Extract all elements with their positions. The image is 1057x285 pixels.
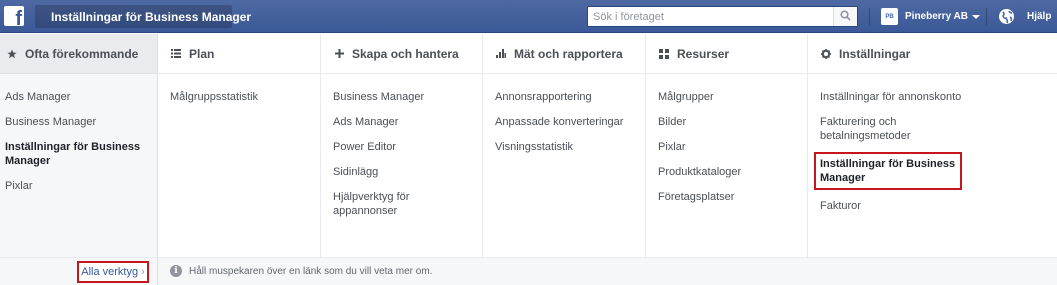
column-assets: Resurser Målgrupper Bilder Pixlar Produk…	[646, 34, 808, 257]
column-heading: Mät och rapportera	[483, 34, 645, 74]
menu-item-ads-manager[interactable]: Ads Manager	[321, 115, 482, 129]
menu-item-business-manager-settings[interactable]: Inställningar för Business Manager	[0, 140, 157, 168]
column-frequent: Ofta förekommande Ads Manager Business M…	[0, 34, 158, 257]
search-box	[587, 6, 858, 27]
topbar-divider	[986, 8, 987, 25]
menu-item-billing-payment-methods[interactable]: Fakturering och betalningsmetoder	[808, 115, 923, 143]
menu-item-ads-manager[interactable]: Ads Manager	[0, 90, 157, 104]
menu-item-power-editor[interactable]: Power Editor	[321, 140, 482, 154]
column-heading: Resurser	[646, 34, 807, 74]
hint-text: i Håll muspekaren över en länk som du vi…	[170, 265, 432, 277]
account-switcher[interactable]: PB Pineberry AB	[881, 8, 980, 25]
menu-item-ad-account-settings[interactable]: Inställningar för annonskonto	[808, 90, 1057, 104]
menu-item-app-ads-helper[interactable]: Hjälpverktyg för appannonser	[321, 190, 431, 218]
menu-item-ads-reporting[interactable]: Annonsrapportering	[483, 90, 645, 104]
column-heading: Ofta förekommande	[0, 34, 157, 74]
menu-item-page-posts[interactable]: Sidinlägg	[321, 165, 482, 179]
business-manager-title: Inställningar för Business Manager	[51, 9, 252, 24]
menu-item-audience-insights[interactable]: Målgruppsstatistik	[158, 90, 320, 104]
menu-item-business-locations[interactable]: Företagsplatser	[646, 190, 807, 204]
info-icon: i	[170, 265, 182, 277]
globe-icon[interactable]	[998, 8, 1015, 25]
menu-item-viewing-stats[interactable]: Visningsstatistik	[483, 140, 645, 154]
plus-icon	[333, 49, 345, 58]
search-input[interactable]	[588, 7, 833, 26]
menu-item-business-manager-settings[interactable]: Inställningar för Business Manager	[814, 152, 962, 190]
topbar-divider	[869, 8, 870, 25]
menu-item-business-manager[interactable]: Business Manager	[0, 115, 157, 129]
chevron-down-icon	[971, 14, 980, 19]
column-settings: Inställningar Inställningar för annonsko…	[808, 34, 1057, 257]
search-button[interactable]	[833, 7, 857, 26]
business-manager-menu-button[interactable]: Inställningar för Business Manager	[35, 5, 251, 28]
column-heading: Inställningar	[808, 34, 1057, 74]
menu-item-pixels[interactable]: Pixlar	[0, 179, 157, 193]
facebook-logo-icon[interactable]: f	[4, 6, 24, 26]
gear-icon	[820, 48, 832, 59]
footer-left-panel: Alla verktyg ›	[0, 258, 158, 285]
all-tools-link[interactable]: Alla verktyg ›	[77, 261, 149, 283]
tools-menu: Ofta förekommande Ads Manager Business M…	[0, 34, 1057, 257]
column-heading: Plan	[158, 34, 320, 74]
search-icon	[840, 10, 851, 21]
help-link[interactable]: Hjälp	[1027, 11, 1051, 22]
menu-item-business-manager[interactable]: Business Manager	[321, 90, 482, 104]
menu-item-custom-conversions[interactable]: Anpassade konverteringar	[483, 115, 645, 129]
chevron-right-icon: ›	[141, 266, 145, 278]
column-heading: Skapa och hantera	[321, 34, 482, 74]
column-create-manage: Skapa och hantera Business Manager Ads M…	[321, 34, 483, 257]
bar-chart-icon	[495, 49, 507, 58]
menu-footer: Alla verktyg › i Håll muspekaren över en…	[0, 257, 1057, 285]
menu-item-pixels[interactable]: Pixlar	[646, 140, 807, 154]
column-plan: Plan Målgruppsstatistik	[158, 34, 321, 257]
menu-item-images[interactable]: Bilder	[646, 115, 807, 129]
column-measure-report: Mät och rapportera Annonsrapportering An…	[483, 34, 646, 257]
top-navigation-bar: f Inställningar för Business Manager PB …	[0, 0, 1057, 33]
account-avatar: PB	[881, 8, 898, 25]
account-name: Pineberry AB	[905, 11, 968, 22]
star-icon	[6, 49, 18, 59]
menu-item-product-catalogs[interactable]: Produktkataloger	[646, 165, 807, 179]
menu-item-invoices[interactable]: Fakturor	[808, 199, 1057, 213]
grid-icon	[658, 48, 670, 59]
menu-item-audiences[interactable]: Målgrupper	[646, 90, 807, 104]
list-icon	[170, 49, 182, 58]
